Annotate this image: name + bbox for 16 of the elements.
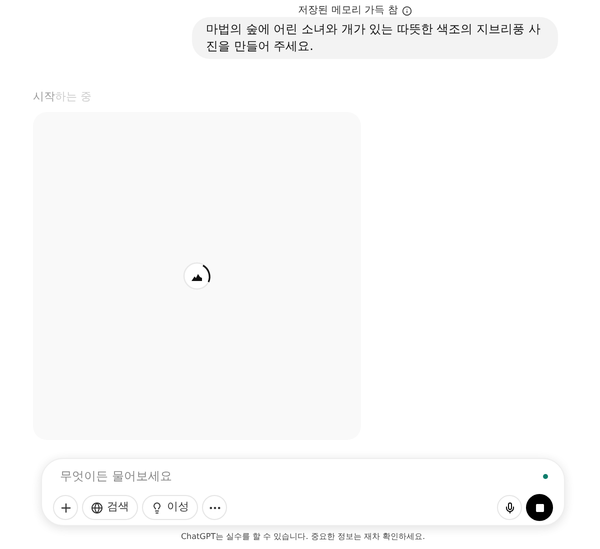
search-button[interactable]: 검색 bbox=[82, 495, 138, 520]
disclaimer-text: ChatGPT는 실수를 할 수 있습니다. 중요한 정보는 재차 확인하세요. bbox=[180, 531, 426, 543]
loading-spinner-icon bbox=[182, 260, 212, 290]
stop-button[interactable] bbox=[526, 494, 553, 521]
message-input[interactable]: 무엇이든 물어보세요 bbox=[60, 467, 360, 485]
lightbulb-icon bbox=[151, 502, 163, 514]
reason-button[interactable]: 이성 bbox=[142, 495, 198, 520]
info-icon bbox=[402, 6, 412, 16]
user-message: 마법의 숲에 어린 소녀와 개가 있는 따뜻한 색조의 지브리풍 사진을 만들어 주세요. bbox=[192, 17, 558, 59]
memory-full-notice: 저장된 메모리 가득 참 bbox=[298, 6, 398, 16]
stop-icon bbox=[536, 504, 544, 512]
globe-icon bbox=[91, 502, 103, 514]
plus-icon bbox=[58, 500, 72, 514]
mic-icon bbox=[504, 502, 516, 514]
add-button[interactable] bbox=[53, 495, 78, 520]
voice-button[interactable] bbox=[497, 495, 522, 520]
